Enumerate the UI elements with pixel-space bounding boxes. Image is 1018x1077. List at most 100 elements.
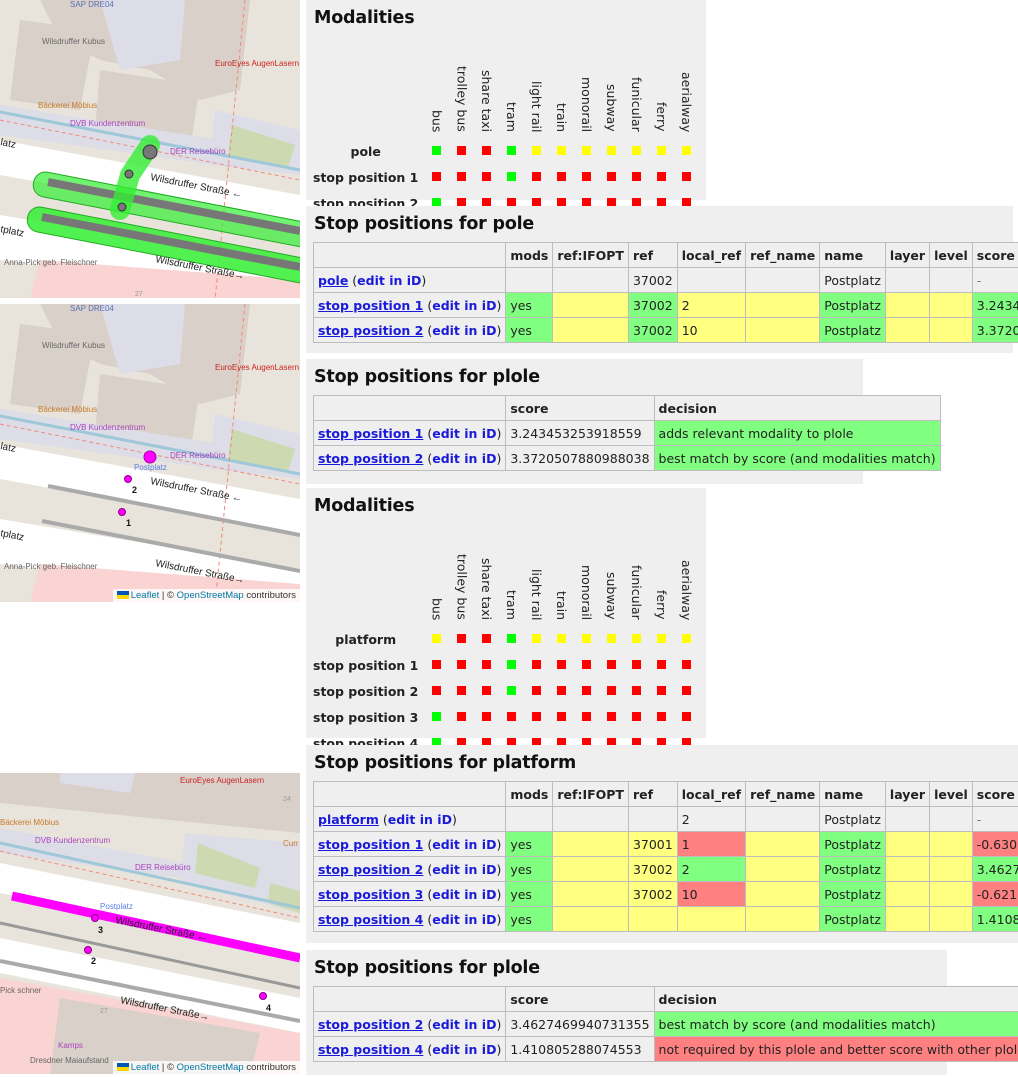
feature-link[interactable]: stop position 1: [318, 837, 423, 852]
edit-in-id-link[interactable]: edit in iD: [432, 887, 496, 902]
map-label: Curr: [283, 839, 299, 848]
table-cell: yes: [505, 317, 554, 343]
modality-cell: [449, 704, 474, 730]
table-cell: [929, 856, 973, 882]
modalities-table: bus trolley bus share taxi tram light rail tr…: [313, 524, 699, 756]
modality-status-square: [482, 146, 492, 155]
column-header: [312, 395, 507, 421]
modality-cell: [474, 626, 499, 652]
leaflet-link[interactable]: Leaflet: [131, 590, 160, 601]
column-header: score: [505, 395, 655, 421]
pole-marker[interactable]: [143, 450, 157, 464]
modality-cell: [549, 626, 574, 652]
table-header-row: score decision: [312, 395, 941, 421]
edit-in-id-link[interactable]: edit in iD: [432, 323, 496, 338]
stop-position-1-marker[interactable]: [118, 508, 126, 516]
column-header: ref_name: [745, 781, 821, 807]
modality-status-square: [432, 146, 442, 155]
feature-link[interactable]: pole: [318, 273, 348, 288]
map-canvas[interactable]: 2 1 Postplatz SAP DRE04 Wilsdruffer Kubu…: [0, 304, 300, 602]
map-pole-result[interactable]: 2 1 Postplatz SAP DRE04 Wilsdruffer Kubu…: [0, 304, 300, 602]
map-platform-result[interactable]: 3 2 4 Postplatz EuroEyes AugenLasern Bäc…: [0, 773, 300, 1074]
row-name-cell: platform (edit in iD): [312, 806, 507, 832]
stop-position-2-marker[interactable]: [124, 475, 132, 483]
modality-cell: [524, 626, 549, 652]
modality-status-square: [532, 660, 542, 669]
modalities-row: stop position 2: [313, 678, 699, 704]
row-name-cell: stop position 2 (edit in iD): [312, 1011, 507, 1037]
edit-in-id-link[interactable]: edit in iD: [432, 1042, 496, 1057]
edit-in-id-link[interactable]: edit in iD: [432, 837, 496, 852]
edit-in-id-link[interactable]: edit in iD: [432, 1017, 496, 1032]
feature-link[interactable]: stop position 2: [318, 862, 423, 877]
feature-link[interactable]: stop position 4: [318, 912, 423, 927]
table-cell: [884, 267, 931, 293]
modality-status-square: [432, 686, 442, 695]
leaflet-link[interactable]: Leaflet: [131, 1062, 160, 1073]
map-pole[interactable]: SAP DRE04 Wilsdruffer Kubus EuroEyes Aug…: [0, 0, 300, 298]
feature-link[interactable]: stop position 1: [318, 426, 423, 441]
row-name-cell: stop position 1 (edit in iD): [312, 420, 507, 446]
edit-in-id-link[interactable]: edit in iD: [432, 912, 496, 927]
map-label: SAP DRE04: [70, 304, 114, 313]
corner-cell: [313, 524, 424, 626]
panel-title: Stop positions for plole: [314, 958, 540, 978]
modalities-header-row: bus trolley bus share taxi tram light rail tr…: [313, 524, 699, 626]
map-canvas[interactable]: 3 2 4 Postplatz EuroEyes AugenLasern Bäc…: [0, 773, 300, 1074]
map-label: DVB Kundenzentrum: [35, 836, 110, 845]
edit-in-id-link[interactable]: edit in iD: [357, 273, 421, 288]
table-cell: 37001: [627, 831, 678, 857]
table-cell: [884, 831, 931, 857]
feature-link[interactable]: stop position 3: [318, 887, 423, 902]
map-label: Bäckerei Möbius: [38, 405, 97, 414]
modality-column-header: funicular: [624, 36, 649, 138]
osm-link[interactable]: OpenStreetMap: [177, 1062, 244, 1073]
stop-position-3-marker[interactable]: [91, 914, 99, 922]
modality-label: light rail: [529, 568, 545, 620]
map-canvas[interactable]: SAP DRE04 Wilsdruffer Kubus EuroEyes Aug…: [0, 0, 300, 298]
feature-link[interactable]: platform: [318, 812, 379, 827]
column-header: decision: [653, 395, 941, 421]
stop-position-4-marker[interactable]: [259, 992, 267, 1000]
stop-position-2-marker[interactable]: [84, 946, 92, 954]
modality-status-square: [507, 146, 517, 155]
modality-cell: [549, 138, 574, 164]
table-cell: 10: [676, 317, 747, 343]
table-cell: [505, 806, 554, 832]
modality-cell: [474, 138, 499, 164]
map-label: Pick schner: [0, 986, 42, 995]
column-header: ref: [627, 781, 678, 807]
modalities-row: platform: [313, 626, 699, 652]
table-cell: 37002: [627, 317, 678, 343]
table-cell: Postplatz: [819, 806, 886, 832]
feature-link[interactable]: stop position 2: [318, 451, 423, 466]
osm-link[interactable]: OpenStreetMap: [177, 590, 244, 601]
edit-in-id-link[interactable]: edit in iD: [432, 451, 496, 466]
column-header: level: [929, 781, 973, 807]
marker-label: 2: [132, 485, 137, 495]
feature-link[interactable]: stop position 2: [318, 1017, 423, 1032]
modality-cell: [674, 678, 699, 704]
modality-status-square: [582, 634, 592, 643]
modality-cell: [674, 704, 699, 730]
edit-in-id-link[interactable]: edit in iD: [432, 426, 496, 441]
modality-status-square: [432, 660, 442, 669]
feature-link[interactable]: stop position 2: [318, 323, 423, 338]
row-label: stop position 3: [313, 709, 419, 725]
modality-cell: [599, 652, 624, 678]
row-name-cell: stop position 4 (edit in iD): [312, 1036, 507, 1062]
modality-cell: [624, 678, 649, 704]
table-cell: 37002: [627, 292, 678, 318]
edit-in-id-link[interactable]: edit in iD: [432, 862, 496, 877]
edit-in-id-link[interactable]: edit in iD: [388, 812, 452, 827]
modality-cell: [474, 164, 499, 190]
modality-cell: [449, 138, 474, 164]
attribution-separator: | ©: [159, 1062, 177, 1073]
feature-link[interactable]: stop position 1: [318, 298, 423, 313]
table-cell: [552, 317, 629, 343]
table-cell: [929, 317, 973, 343]
modality-status-square: [482, 660, 492, 669]
edit-in-id-link[interactable]: edit in iD: [432, 298, 496, 313]
modality-status-square: [656, 660, 666, 669]
feature-link[interactable]: stop position 4: [318, 1042, 423, 1057]
